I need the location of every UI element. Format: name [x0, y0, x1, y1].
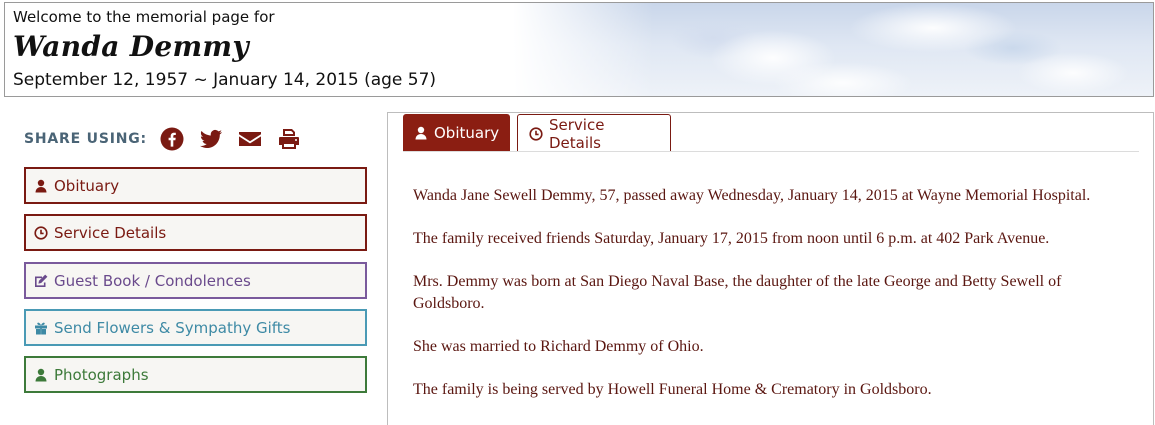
sidebar-item-label: Service Details [54, 223, 167, 242]
user-icon [34, 179, 48, 193]
facebook-icon[interactable] [159, 126, 185, 152]
obituary-text: Wanda Jane Sewell Demmy, 57, passed away… [413, 185, 1133, 422]
sidebar-item-guest-book[interactable]: Guest Book / Condolences [24, 262, 367, 299]
tab-service-details[interactable]: Service Details [517, 114, 671, 152]
edit-icon [34, 274, 48, 288]
deceased-name: Wanda Demmy [13, 30, 249, 63]
tab-label: Service Details [549, 115, 605, 152]
share-bar: SHARE USING: [24, 124, 315, 154]
sidebar-item-label: Send Flowers & Sympathy Gifts [54, 318, 291, 337]
sidebar-item-service-details[interactable]: Service Details [24, 214, 367, 251]
sidebar-item-photographs[interactable]: Photographs [24, 356, 367, 393]
envelope-icon[interactable] [237, 126, 263, 152]
welcome-text: Welcome to the memorial page for [13, 8, 275, 26]
obituary-paragraph: Wanda Jane Sewell Demmy, 57, passed away… [413, 187, 1091, 204]
obituary-paragraph: She was married to Richard Demmy of Ohio… [413, 338, 704, 355]
user-icon [34, 368, 48, 382]
obituary-paragraph: The family is being served by Howell Fun… [413, 381, 932, 398]
sidebar-item-label: Guest Book / Condolences [54, 271, 251, 290]
clock-icon [529, 126, 543, 141]
sidebar-item-label: Obituary [54, 176, 120, 195]
sidebar-item-obituary[interactable]: Obituary [24, 167, 367, 204]
tab-divider [403, 151, 1139, 152]
obituary-paragraph: The family received friends Saturday, Ja… [413, 230, 1050, 247]
gift-icon [34, 321, 48, 335]
share-label: SHARE USING: [24, 131, 147, 147]
twitter-icon[interactable] [198, 126, 224, 152]
memorial-header: Welcome to the memorial page for Wanda D… [4, 2, 1154, 97]
obituary-paragraph: Mrs. Demmy was born at San Diego Naval B… [413, 273, 1062, 312]
user-icon [414, 126, 428, 140]
print-icon[interactable] [276, 126, 302, 152]
cloud-sky-banner [513, 3, 1153, 96]
sidebar-item-label: Photographs [54, 365, 149, 384]
sidebar-item-send-flowers[interactable]: Send Flowers & Sympathy Gifts [24, 309, 367, 346]
content-panel: Obituary Service Details Wanda Jane Sewe… [387, 112, 1154, 425]
clock-icon [34, 225, 48, 240]
tab-obituary[interactable]: Obituary [403, 114, 510, 152]
life-dates: September 12, 1957 ~ January 14, 2015 (a… [13, 70, 437, 90]
tab-label: Obituary [434, 124, 500, 142]
